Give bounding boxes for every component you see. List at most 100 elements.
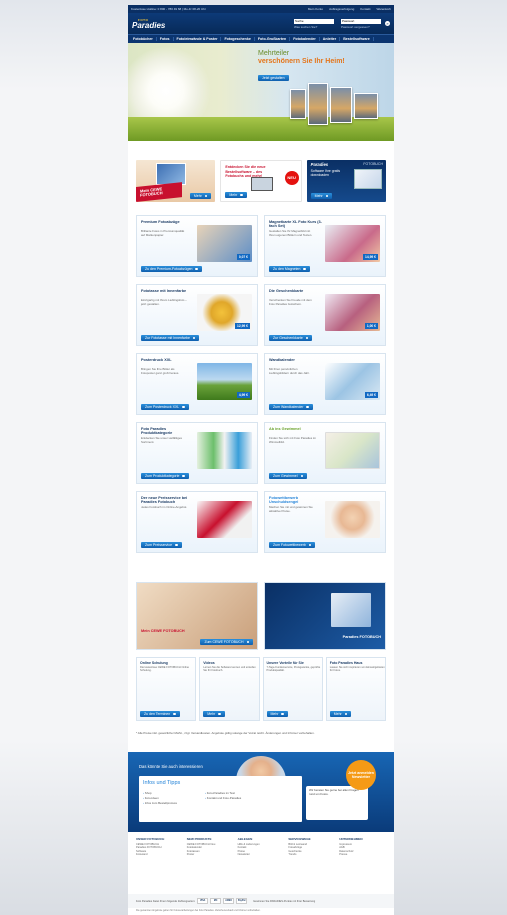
- legal-text: Die genannten Angebote gelten für Fotove…: [136, 909, 261, 912]
- info-card[interactable]: Videos Lernen Sie die Software kennen un…: [199, 657, 260, 721]
- card-button[interactable]: Zur Fototasse mit Innenfarbe: [141, 335, 200, 341]
- card-button[interactable]: Zum Wandkalender: [269, 404, 313, 410]
- product-card[interactable]: Premium Fotoabzüge Brillante Fotos in Pr…: [136, 215, 258, 277]
- footer-heading: ABLEGEN: [237, 837, 253, 841]
- product-card[interactable]: Fototasse mit Innenfarbe Einzigartig mit…: [136, 284, 258, 346]
- canvas-prints-image: [290, 83, 380, 129]
- info-card[interactable]: Unsere Vorteile für Sie 7-Tage-Kundenser…: [262, 657, 323, 721]
- tips-box: Infos und Tipps Shop Foto-Ideen Infos zu…: [139, 776, 302, 822]
- logo-main-text: Paradies: [132, 20, 166, 30]
- hero-banner[interactable]: Mehrteiler verschönern Sie Ihr Heim! Jet…: [128, 43, 394, 141]
- price-badge: 1,00 €: [364, 323, 378, 329]
- interest-section: Das könnte Sie auch interessieren Infos …: [128, 752, 394, 832]
- nav-item-anleiter[interactable]: Anleiter: [320, 37, 341, 41]
- card-button[interactable]: Zu den Premium-Fotoabzügen: [141, 266, 202, 272]
- nav-item-fotos[interactable]: Fotos: [157, 37, 174, 41]
- card-title: Wandkalender: [269, 358, 295, 362]
- card-title: Posterdruck XXL: [141, 358, 172, 362]
- card-button[interactable]: Zum Preisservice: [141, 542, 182, 548]
- info-button[interactable]: Mehr: [266, 711, 288, 717]
- promo-1-button[interactable]: Mehr: [189, 193, 212, 199]
- go-button[interactable]: »: [385, 21, 390, 26]
- fotobuch-box-image: [331, 593, 371, 627]
- promo-2-button[interactable]: Mehr: [225, 192, 247, 198]
- hero-text: Mehrteiler verschönern Sie Ihr Heim! Jet…: [258, 50, 345, 84]
- top-link-cart[interactable]: Warenkorb: [376, 7, 391, 11]
- price-badge: 6,49 €: [364, 392, 378, 398]
- promo-paradies-fotobuch[interactable]: Paradies FOTOBUCH Software Ihre gratis d…: [306, 160, 386, 202]
- rating-seal-text[interactable]: Gewinnen Sie PARADIES-Punkte mit Ihrer B…: [253, 900, 315, 903]
- amex-icon: AMEX: [223, 898, 235, 904]
- search-hint[interactable]: Was suchen Sie?: [294, 25, 334, 29]
- software-box-image: [353, 169, 382, 189]
- tips-title: Infos und Tipps: [143, 780, 181, 786]
- info-button[interactable]: Mehr: [329, 711, 352, 717]
- card-desc: Finden Sie sich mit Foto Paradies im Wim…: [269, 436, 317, 444]
- info-card[interactable]: Foto Paradies Haus Lassen Sie sich inspi…: [325, 657, 386, 721]
- card-button[interactable]: Zum Gewimmel: [269, 473, 308, 479]
- tips-link[interactable]: Kontakt und Foto-Paradies: [205, 796, 241, 801]
- main-nav: Fotobücher Fotos Fotoleinwände & Poster …: [128, 34, 394, 43]
- card-button[interactable]: Zu den Magneten: [269, 266, 310, 272]
- info-card[interactable]: Online Schulung Die kostenlose CEWE FOTO…: [136, 657, 197, 721]
- nav-item-fotogeschenke[interactable]: Fotogeschenke: [221, 37, 255, 41]
- top-link-tracking[interactable]: Auftragsverfolgung: [329, 7, 354, 11]
- footer-link[interactable]: Trends: [288, 853, 335, 856]
- product-card[interactable]: Posterdruck XXL Bringen Sie Ihre Bilder …: [136, 353, 258, 415]
- card-button[interactable]: Zum Fotowettbewerb: [269, 542, 316, 548]
- site-logo[interactable]: FOTO Paradies: [132, 17, 172, 31]
- wimmelbild-image: [325, 432, 380, 469]
- password-input[interactable]: [341, 18, 381, 24]
- promo-software[interactable]: Entdecken Sie die neue Bestellsoftware –…: [220, 160, 302, 202]
- hero-button[interactable]: Jetzt gestalten: [258, 75, 289, 81]
- promo-cewe-fotobuch[interactable]: Mein CEWE FOTOBUCH Mehr: [136, 160, 216, 202]
- product-card[interactable]: Fotowettbewerb Unschuldsengel Machen Sie…: [264, 491, 386, 553]
- top-link-contact[interactable]: Kontakt: [360, 7, 370, 11]
- card-button[interactable]: Zum Posterdruck XXL: [141, 404, 189, 410]
- product-card[interactable]: Der neue Preisservice bei Paradies Fotob…: [136, 491, 258, 553]
- page: Kostenlose Hotline: 0 800 - 780 49 68 | …: [0, 0, 507, 915]
- fotobuch-preis-image: [197, 501, 252, 538]
- tips-list-left: Shop Foto-Ideen Infos zum Bestellprozess: [143, 791, 177, 806]
- product-card[interactable]: Paradies FOTOBUCH: [264, 582, 386, 650]
- info-button[interactable]: Mehr: [203, 711, 225, 717]
- footer-link[interactable]: Fotowand: [136, 853, 183, 856]
- nav-item-fotobuecher[interactable]: Fotobücher: [130, 37, 157, 41]
- tips-link[interactable]: Infos zum Bestellprozess: [143, 801, 177, 806]
- search-input[interactable]: [294, 18, 334, 24]
- password-hint[interactable]: Passwort vergessen?: [341, 25, 381, 29]
- card-title: Ab ins Gewimmel: [269, 427, 301, 431]
- promo-row: Mein CEWE FOTOBUCH Mehr Entdecken Sie di…: [136, 160, 386, 202]
- products-image: [197, 432, 252, 469]
- footer-link[interactable]: Presse: [339, 853, 386, 856]
- nav-item-software[interactable]: Bestellsoftware: [340, 37, 374, 41]
- product-card[interactable]: Ab ins Gewimmel Finden Sie sich mit Foto…: [264, 422, 386, 484]
- top-link-account[interactable]: Mein Konto: [308, 7, 323, 11]
- newsletter-badge[interactable]: Jetzt anmelden Newsletter: [346, 760, 376, 790]
- tips-list-right: Foto-Paradies im Test Kontakt und Foto-P…: [205, 791, 241, 801]
- card-title: Premium Fotoabzüge: [141, 220, 180, 224]
- nav-item-fotokalender[interactable]: Fotokalender: [290, 37, 320, 41]
- product-card[interactable]: Magnetkarte XL Foto Kurs (3-fach Set) Ge…: [264, 215, 386, 277]
- info-title: Online Schulung: [140, 661, 168, 665]
- card-desc: Machen Sie mit und gewinnen Sie attrakti…: [269, 505, 313, 513]
- promo-3-button[interactable]: Mehr: [310, 193, 333, 199]
- card-button[interactable]: Zum Produktkategorie: [141, 473, 189, 479]
- product-card[interactable]: Foto Paradies Produktkategorie Entdecken…: [136, 422, 258, 484]
- card-button[interactable]: Zur Geschenkkarte: [269, 335, 313, 341]
- info-title: Videos: [203, 661, 215, 665]
- footer-column: UNTERNEHMEN Impressum AGB Datenschutz Pr…: [339, 837, 386, 889]
- nav-item-leinwaende[interactable]: Fotoleinwände & Poster: [174, 37, 222, 41]
- payment-bar: Foto Paradies bietet Ihnen folgende Zahl…: [128, 894, 394, 908]
- footer-link[interactable]: Newsletter: [238, 853, 285, 856]
- card-button[interactable]: Zum CEWE FOTOBUCH: [200, 639, 253, 645]
- nav-item-grusskarten[interactable]: Foto-Grußkarten: [255, 37, 291, 41]
- product-card[interactable]: Mein CEWE FOTOBUCH Zum CEWE FOTOBUCH: [136, 582, 258, 650]
- info-row: Online Schulung Die kostenlose CEWE FOTO…: [136, 657, 386, 721]
- footer-link[interactable]: Poster: [187, 853, 234, 856]
- price-badge: 0,07 €: [236, 254, 250, 260]
- info-button[interactable]: Zu den Terminen: [140, 711, 180, 717]
- product-card[interactable]: Wandkalender Mit Ihren persönlichen Lieb…: [264, 353, 386, 415]
- product-card[interactable]: Die Geschenkkarte Verschenken Sie Freude…: [264, 284, 386, 346]
- card-desc: Brillante Fotos in Premiumqualität auf M…: [141, 229, 185, 237]
